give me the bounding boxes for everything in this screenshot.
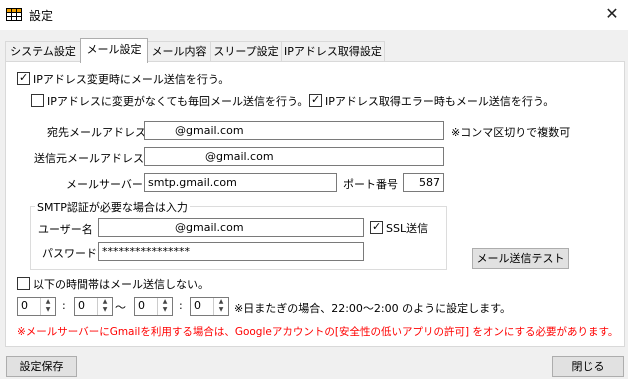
down-arrow-icon[interactable]: ▼ (41, 306, 55, 314)
up-arrow-icon[interactable]: ▲ (214, 298, 228, 306)
notify-on-ip-change-checkbox[interactable]: ✓ (17, 71, 30, 85)
username-label: ユーザー名 (38, 223, 93, 236)
password-input[interactable]: **************** (98, 242, 364, 261)
quiet-hours-label: 以下の時間帯はメール送信しない。 (33, 278, 209, 291)
send-test-mail-button[interactable]: メール送信テスト (472, 248, 569, 269)
spinner-arrows[interactable]: ▲ ▼ (97, 298, 112, 315)
end-hour-spinner[interactable]: 0 ▲ ▼ (134, 297, 173, 316)
time-range-note: ※日またぎの場合、22:00～2:00 のように設定します。 (234, 302, 512, 315)
down-arrow-icon[interactable]: ▼ (98, 306, 112, 314)
tab-mail-content[interactable]: メール内容 (147, 41, 211, 62)
tab-mail-settings[interactable]: メール設定 (80, 38, 148, 63)
up-arrow-icon[interactable]: ▲ (98, 298, 112, 306)
up-arrow-icon[interactable]: ▲ (41, 298, 55, 306)
time-range-tilde: ～ (115, 301, 126, 314)
end-minute-value: 0 (194, 299, 201, 312)
checkmark-icon: ✓ (372, 220, 382, 233)
time-colon: : (179, 299, 183, 312)
down-arrow-icon[interactable]: ▼ (158, 306, 172, 314)
notify-on-ip-change-label: IPアドレス変更時にメール送信を行う。 (33, 73, 230, 86)
tab-ip-acquisition-settings[interactable]: IPアドレス取得設定 (281, 41, 385, 62)
start-minute-value: 0 (78, 299, 85, 312)
end-hour-value: 0 (138, 299, 145, 312)
always-send-label: IPアドレスに変更がなくても毎回メール送信を行う。 (47, 95, 309, 108)
smtp-auth-group-title: SMTP認証が必要な場合は入力 (35, 199, 190, 215)
port-label: ポート番号 (343, 178, 398, 191)
tab-sleep-settings[interactable]: スリープ設定 (210, 41, 282, 62)
window-title: 設定 (29, 9, 54, 23)
checkmark-icon: ✓ (19, 71, 29, 84)
spinner-arrows[interactable]: ▲ ▼ (40, 298, 55, 315)
tab-system-settings[interactable]: システム設定 (5, 41, 81, 62)
quiet-hours-checkbox[interactable] (17, 277, 30, 290)
ssl-label: SSL送信 (386, 222, 429, 235)
start-hour-value: 0 (21, 299, 28, 312)
checkmark-icon: ✓ (311, 93, 321, 106)
send-on-error-label: IPアドレス取得エラー時もメール送信を行う。 (325, 95, 555, 108)
mail-server-label: メールサーバー (66, 178, 143, 191)
to-address-label: 宛先メールアドレス (47, 126, 146, 139)
username-input[interactable]: @gmail.com (98, 218, 364, 237)
start-minute-spinner[interactable]: 0 ▲ ▼ (74, 297, 113, 316)
send-on-error-checkbox[interactable]: ✓ (309, 93, 322, 107)
from-address-label: 送信元メールアドレス (34, 152, 144, 165)
close-icon[interactable]: ✕ (600, 3, 624, 25)
to-address-input[interactable]: @gmail.com (144, 121, 444, 140)
start-hour-spinner[interactable]: 0 ▲ ▼ (17, 297, 56, 316)
always-send-checkbox[interactable] (31, 94, 44, 107)
password-label: パスワード (42, 247, 97, 260)
gmail-warning: ※メールサーバーにGmailを利用する場合は、Googleアカウントの[安全性の… (17, 326, 619, 338)
spinner-arrows[interactable]: ▲ ▼ (157, 298, 172, 315)
end-minute-spinner[interactable]: 0 ▲ ▼ (190, 297, 229, 316)
save-settings-button[interactable]: 設定保存 (6, 356, 77, 377)
time-colon: : (62, 299, 66, 312)
up-arrow-icon[interactable]: ▲ (158, 298, 172, 306)
spinner-arrows[interactable]: ▲ ▼ (213, 298, 228, 315)
ssl-checkbox[interactable]: ✓ (370, 220, 383, 234)
close-button[interactable]: 閉じる (552, 356, 624, 377)
from-address-input[interactable]: @gmail.com (144, 147, 444, 166)
port-input[interactable]: 587 (403, 173, 444, 192)
to-address-note: ※コンマ区切りで複数可 (451, 126, 571, 139)
down-arrow-icon[interactable]: ▼ (214, 306, 228, 314)
mail-server-input[interactable]: smtp.gmail.com (144, 173, 337, 192)
title-bar: 設定 ✕ (0, 0, 628, 30)
grid-app-icon (6, 8, 22, 21)
